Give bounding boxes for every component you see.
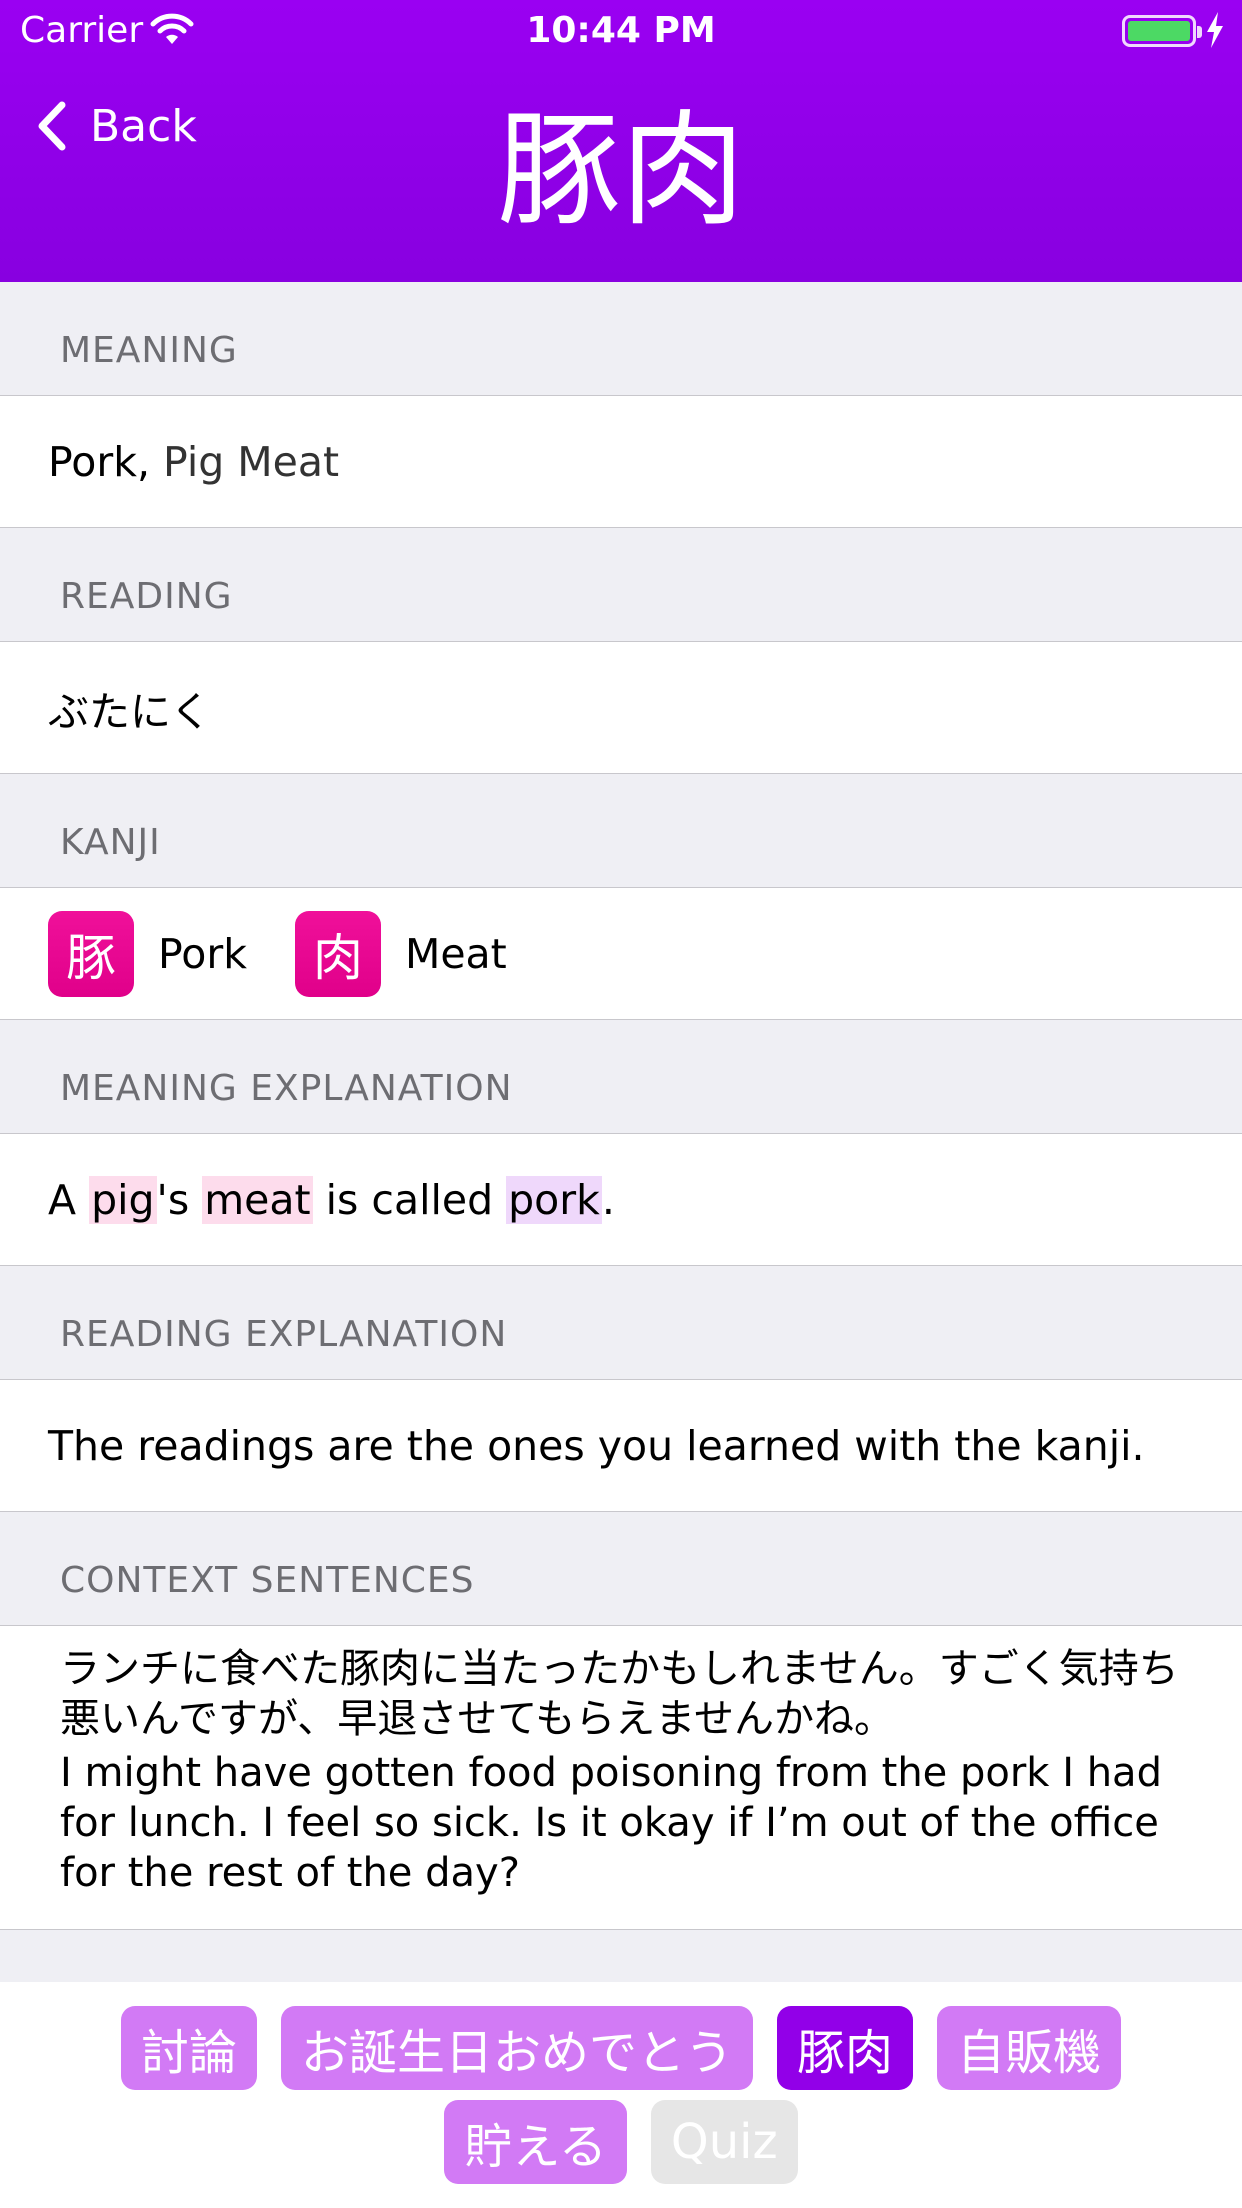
section-header-context-sentences: CONTEXT SENTENCES [0,1512,1242,1626]
context-sentence-japanese: ランチに食べた豚肉に当たったかもしれません。すごく気持ち悪いんですが、早退させて… [60,1646,1179,1742]
reading-value: ぶたにく [48,687,212,736]
charging-bolt-icon [1207,12,1223,48]
quiz-button[interactable]: Quiz [650,2100,798,2184]
chip-takuwaeru[interactable]: 貯える [444,2100,627,2184]
meaning-primary: Pork, [48,437,150,486]
highlight-radical: pig [89,1175,157,1224]
kanji-item-pork[interactable]: 豚 Pork [48,910,247,997]
status-bar: Carrier 10:44 PM [0,0,1242,62]
chip-touron[interactable]: 討論 [120,2006,257,2090]
reading-explanation-text: The readings are the ones you learned wi… [48,1421,1145,1470]
text-fragment: . [601,1175,615,1224]
chip-otanjoubi[interactable]: お誕生日おめでとう [280,2006,753,2090]
text-fragment: A [48,1175,90,1224]
text-fragment: is called [312,1175,507,1224]
kanji-meaning: Meat [404,929,507,978]
context-sentences-row: ランチに食べた豚肉に当たったかもしれません。すごく気持ち悪いんですが、早退させて… [0,1626,1242,1930]
chip-jihanki[interactable]: 自販機 [937,2006,1122,2090]
section-header-reading-explanation: READING EXPLANATION [0,1266,1242,1380]
navigation-header: Carrier 10:44 PM Back 豚肉 [0,0,1242,282]
text-fragment: 's [156,1175,203,1224]
related-items-bar: 討論 お誕生日おめでとう 豚肉 自販機 貯える Quiz [0,1982,1242,2208]
meaning-row: Pork, Pig Meat [0,396,1242,528]
page-title: 豚肉 [496,99,745,243]
highlight-vocabulary: pork [506,1175,602,1224]
status-time: 10:44 PM [526,10,716,51]
detail-content: MEANING Pork, Pig Meat READING ぶたにく KANJ… [0,282,1242,1930]
meaning-secondary: Pig Meat [163,437,340,486]
highlight-radical: meat [202,1175,313,1224]
kanji-badge: 肉 [294,910,381,997]
context-sentence-english: I might have gotten food poisoning from … [60,1750,1162,1896]
meaning-explanation-text: A pig's meat is called pork. [48,1175,615,1224]
chip-butaniku-current[interactable]: 豚肉 [777,2006,914,2090]
kanji-badge: 豚 [48,910,134,997]
section-header-reading: READING [0,528,1242,642]
kanji-meaning: Pork [158,929,247,978]
reading-row: ぶたにく [0,642,1242,774]
kanji-item-meat[interactable]: 肉 Meat [294,910,507,997]
reading-explanation-row: The readings are the ones you learned wi… [0,1380,1242,1512]
chip-row: 討論 お誕生日おめでとう 豚肉 自販機 [0,2006,1242,2090]
battery-cap [1197,26,1202,38]
meaning-explanation-row: A pig's meat is called pork. [0,1134,1242,1266]
battery-icon [1122,15,1202,47]
section-header-meaning: MEANING [0,282,1242,396]
battery-level [1128,21,1190,41]
chip-row: 貯える Quiz [0,2100,1242,2184]
section-header-meaning-explanation: MEANING EXPLANATION [0,1020,1242,1134]
kanji-row: 豚 Pork 肉 Meat [0,888,1242,1020]
section-header-kanji: KANJI [0,774,1242,888]
